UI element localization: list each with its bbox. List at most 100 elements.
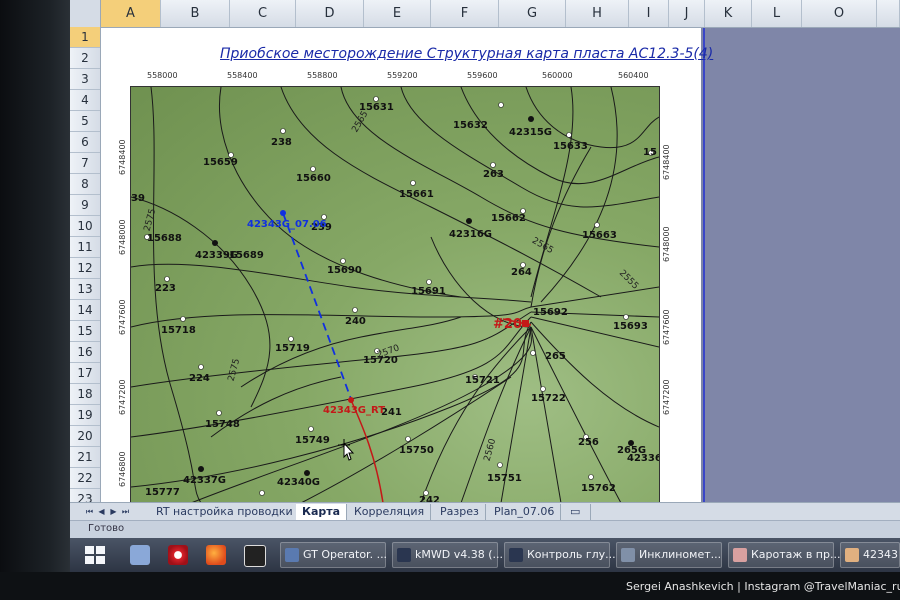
row-header[interactable]: 11	[70, 237, 100, 258]
row-header[interactable]: 4	[70, 90, 100, 111]
row-header[interactable]: 15	[70, 321, 100, 342]
column-header[interactable]: A	[101, 0, 161, 27]
coord-label: 559600	[467, 71, 498, 80]
column-header[interactable]: D	[296, 0, 364, 27]
row-header[interactable]: 12	[70, 258, 100, 279]
well-label: 15661	[399, 189, 434, 200]
outside-print-area[interactable]	[701, 28, 900, 502]
sheet-tab-active[interactable]: Карта	[296, 504, 348, 520]
row-header[interactable]: 9	[70, 195, 100, 216]
row-header[interactable]: 21	[70, 447, 100, 468]
well-label: 15722	[531, 393, 566, 404]
row-header[interactable]: 1	[70, 27, 100, 48]
row-header[interactable]: 17	[70, 363, 100, 384]
first-sheet-icon[interactable]: ⏮	[84, 505, 95, 518]
taskbar-item[interactable]: kMWD v4.38 (...	[392, 542, 503, 568]
row-header[interactable]: 2	[70, 48, 100, 69]
row-header[interactable]: 10	[70, 216, 100, 237]
windows-taskbar: GT Operator. ... kMWD v4.38 (... Контрол…	[70, 538, 900, 572]
well-label: 15777	[145, 487, 180, 498]
row-header[interactable]: 19	[70, 405, 100, 426]
row-header[interactable]: 22	[70, 468, 100, 489]
app-icon	[621, 548, 635, 562]
well-label: 15688	[147, 233, 182, 244]
well-label: 263	[483, 169, 504, 180]
well-label: 15662	[491, 213, 526, 224]
taskbar-item-label: kMWD v4.38 (...	[415, 548, 503, 561]
app-icon	[845, 548, 859, 562]
well-label: 238	[271, 137, 292, 148]
well-label: 15749	[295, 435, 330, 446]
prev-sheet-icon[interactable]: ◀	[96, 505, 107, 518]
select-all-corner[interactable]	[70, 0, 101, 27]
opera-browser-icon[interactable]	[168, 545, 188, 565]
row-header[interactable]: 7	[70, 153, 100, 174]
column-header-partial[interactable]	[877, 0, 900, 27]
app-icon	[397, 548, 411, 562]
column-header[interactable]: F	[431, 0, 499, 27]
row-header[interactable]: 8	[70, 174, 100, 195]
column-header[interactable]: L	[752, 0, 802, 27]
column-header[interactable]: G	[499, 0, 566, 27]
column-header[interactable]: K	[705, 0, 752, 27]
well-label: 15750	[399, 445, 434, 456]
well-label: 15751	[487, 473, 522, 484]
structure-map[interactable]: 15631 15632 42315G 15633 15659 238 15660…	[130, 86, 660, 504]
pad-label: #20	[493, 317, 522, 332]
sheet-tab[interactable]: Plan_07.06	[488, 504, 562, 520]
coord-label: 559200	[387, 71, 418, 80]
photo-credit: Sergei Anashkevich | Instagram @TravelMa…	[626, 580, 900, 593]
taskbar-item[interactable]: Каротаж в пр...	[728, 542, 840, 568]
well-label: 15719	[275, 343, 310, 354]
insert-sheet-icon[interactable]: ▭	[564, 504, 591, 520]
row-header[interactable]: 6	[70, 132, 100, 153]
excel-window: A B C D E F G H I J K L O 1 2 3 4 5 6 7 …	[70, 0, 900, 572]
well-label: 15	[643, 147, 657, 158]
column-header[interactable]: E	[364, 0, 431, 27]
coord-label: 558400	[227, 71, 258, 80]
taskbar-item[interactable]: GT Operator. ...	[280, 542, 387, 568]
row-header[interactable]: 18	[70, 384, 100, 405]
move-cursor-icon	[338, 439, 355, 461]
last-sheet-icon[interactable]: ⏭	[120, 505, 131, 518]
sheet-tab[interactable]: RT настройка проводки	[150, 504, 300, 520]
well-label: 223	[155, 283, 176, 294]
taskbar-item[interactable]: Контроль глу...	[504, 542, 616, 568]
row-header[interactable]: 16	[70, 342, 100, 363]
coord-label: 558800	[307, 71, 338, 80]
column-header[interactable]: H	[566, 0, 629, 27]
app-icon[interactable]	[244, 545, 266, 567]
column-header[interactable]: I	[629, 0, 669, 27]
coord-label: 6747600	[662, 309, 671, 345]
row-header[interactable]: 20	[70, 426, 100, 447]
coord-label: 6746800	[118, 451, 127, 487]
well-label: 42337G	[183, 475, 226, 486]
coord-label: 6748400	[662, 144, 671, 180]
taskbar-item[interactable]: 42343	[840, 542, 900, 568]
file-explorer-icon[interactable]	[130, 545, 150, 565]
taskbar-item-label: 42343	[863, 548, 898, 561]
sheet-tab[interactable]: Разрез	[434, 504, 486, 520]
taskbar-item[interactable]: Инклиномет...	[616, 542, 722, 568]
well-label: 15660	[296, 173, 331, 184]
well-label: 15633	[553, 141, 588, 152]
well-label: 256	[578, 437, 599, 448]
coord-label: 6748000	[662, 226, 671, 262]
coord-label: 6748400	[118, 139, 127, 175]
map-title: Приобское месторождение Структурная карт…	[220, 46, 714, 62]
column-header[interactable]: O	[802, 0, 877, 27]
windows-start-icon[interactable]	[84, 545, 106, 565]
column-header[interactable]: B	[161, 0, 230, 27]
column-header-row: A B C D E F G H I J K L O	[70, 0, 900, 28]
sheet-tabs-bar: ⏮ ◀ ▶ ⏭ RT настройка проводки Карта Корр…	[70, 502, 900, 521]
row-header[interactable]: 3	[70, 69, 100, 90]
row-header[interactable]: 13	[70, 279, 100, 300]
next-sheet-icon[interactable]: ▶	[108, 505, 119, 518]
column-header[interactable]: J	[669, 0, 705, 27]
row-header[interactable]: 5	[70, 111, 100, 132]
firefox-browser-icon[interactable]	[206, 545, 226, 565]
sheet-tab[interactable]: Корреляция	[348, 504, 432, 520]
row-header[interactable]: 14	[70, 300, 100, 321]
well-label: 15693	[613, 321, 648, 332]
column-header[interactable]: C	[230, 0, 296, 27]
